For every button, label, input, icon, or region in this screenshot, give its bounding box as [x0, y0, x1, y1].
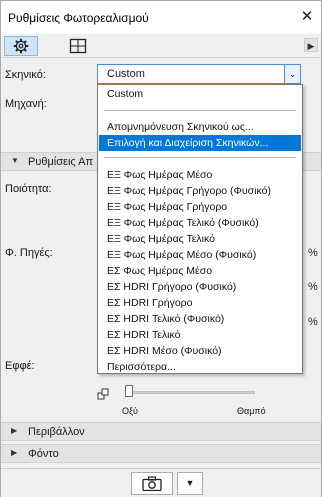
caret-right-icon: ▶: [11, 448, 18, 457]
dropdown-item-more[interactable]: Περισσότερα...: [99, 359, 301, 374]
slider-sharp-label: Οξύ: [122, 406, 138, 416]
section-background-label: Φόντο: [28, 448, 59, 460]
toolbar: ▶: [1, 34, 321, 58]
dropdown-item[interactable]: ΕΞ Φως Ημέρας Μέσο (Φυσικό): [99, 247, 301, 263]
camera-icon: [142, 476, 162, 491]
scene-label: Σκηνικό:: [5, 69, 46, 81]
caret-down-icon: ▼: [11, 156, 19, 165]
render-options-button[interactable]: ▼: [177, 472, 203, 495]
blur-slider-thumb[interactable]: [125, 385, 133, 397]
dropdown-item[interactable]: ΕΞ Φως Ημέρας Γρήγορο (Φυσικό): [99, 183, 301, 199]
dropdown-item[interactable]: Custom: [99, 86, 301, 102]
section-environment[interactable]: ▶ Περιβάλλον: [1, 422, 321, 441]
scene-select-value: Custom: [107, 68, 145, 80]
scene-select[interactable]: Custom ⌄: [97, 64, 301, 84]
light-percent-3: %: [308, 316, 318, 328]
dropdown-item[interactable]: ΕΞ Φως Ημέρας Τελικό: [99, 231, 301, 247]
dropdown-item[interactable]: ΕΣ Φως Ημέρας Μέσο: [99, 263, 301, 279]
dropdown-separator: [104, 110, 296, 111]
slider-blurry-label: Θαμπό: [237, 406, 266, 416]
window-title: Ρυθμίσεις Φωτορεαλισμού: [8, 11, 149, 25]
dropdown-item[interactable]: ΕΣ HDRI Γρήγορο (Φυσικό): [99, 279, 301, 295]
section-environment-label: Περιβάλλον: [28, 426, 85, 438]
title-bar: Ρυθμίσεις Φωτορεαλισμού ✕: [1, 1, 321, 34]
dropdown-item[interactable]: ΕΣ HDRI Τελικό (Φυσικό): [99, 311, 301, 327]
effects-label: Εφφέ:: [5, 360, 35, 372]
dropdown-item[interactable]: ΕΣ HDRI Μέσο (Φυσικό): [99, 343, 301, 359]
blur-slider-track[interactable]: [129, 391, 255, 394]
light-percent-2: %: [308, 281, 318, 293]
footer: ▼: [1, 468, 321, 497]
section-background[interactable]: ▶ Φόντο: [1, 444, 321, 463]
dropdown-item[interactable]: Απομνημόνευση Σκηνικού ως...: [99, 119, 301, 135]
photorendering-settings-panel: Ρυθμίσεις Φωτορεαλισμού ✕ ▶ Σκηνικό: Cus…: [0, 0, 322, 497]
dropdown-separator: [104, 157, 296, 158]
light-sources-label: Φ. Πηγές:: [5, 247, 53, 259]
caret-right-icon: ▶: [11, 426, 18, 435]
toolbar-more-button[interactable]: ▶: [304, 38, 318, 52]
tab-settings[interactable]: [4, 36, 38, 56]
quality-label: Ποιότητα:: [5, 183, 52, 195]
close-button[interactable]: ✕: [296, 6, 318, 28]
frame-icon: [69, 38, 87, 54]
dropdown-item[interactable]: ΕΞ Φως Ημέρας Τελικό (Φυσικό): [99, 215, 301, 231]
tab-size[interactable]: [61, 36, 95, 56]
chevron-down-icon[interactable]: ⌄: [284, 65, 300, 83]
engine-label: Μηχανή:: [5, 98, 47, 110]
dropdown-item[interactable]: ΕΣ HDRI Γρήγορο: [99, 295, 301, 311]
dropdown-item[interactable]: ΕΞ Φως Ημέρας Μέσο: [99, 167, 301, 183]
dropdown-item[interactable]: ΕΣ HDRI Τελικό: [99, 327, 301, 343]
dropdown-item[interactable]: ΕΞ Φως Ημέρας Γρήγορο: [99, 199, 301, 215]
scene-dropdown-list: Custom Απομνημόνευση Σκηνικού ως... Επιλ…: [97, 84, 303, 374]
section-render-settings-label: Ρυθμίσεις Απ: [28, 156, 94, 168]
focus-icon: [97, 388, 109, 400]
dropdown-item-selected[interactable]: Επιλογή και Διαχείριση Σκηνικών...: [99, 135, 301, 151]
light-percent-1: %: [308, 247, 318, 259]
gear-icon: [13, 38, 29, 54]
render-button[interactable]: [131, 472, 173, 495]
